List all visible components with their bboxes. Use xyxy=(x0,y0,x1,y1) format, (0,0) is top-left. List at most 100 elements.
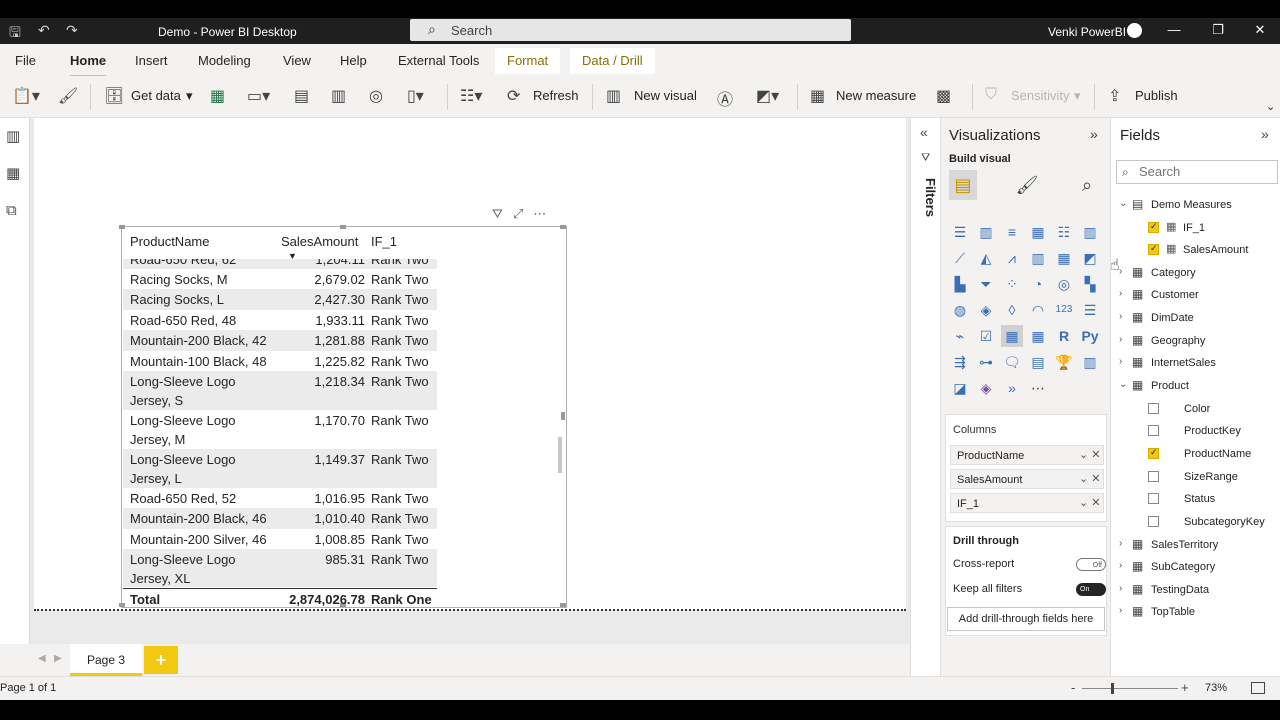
smart-narrative-icon[interactable]: ▤ xyxy=(1027,351,1049,373)
data-hub-icon[interactable]: ▭▾ xyxy=(247,86,270,106)
power-apps-icon[interactable]: ◪ xyxy=(949,377,971,399)
power-automate-icon[interactable]: ◈ xyxy=(975,377,997,399)
save-icon[interactable]: 🖫 xyxy=(9,22,21,46)
chevron-down-icon[interactable]: ⌄ xyxy=(1119,379,1127,390)
clustered-bar-icon[interactable]: ≡ xyxy=(1001,221,1023,243)
resize-handle[interactable] xyxy=(119,225,125,229)
more-visuals-icon[interactable]: ◩▾ xyxy=(756,86,779,106)
field-checkbox[interactable] xyxy=(1148,425,1159,436)
line-chart-icon[interactable]: ⟋ xyxy=(949,247,971,269)
dataset-icon[interactable]: ▤ xyxy=(294,86,309,106)
pill-actions-icon[interactable]: ⌄ ✕ xyxy=(1079,496,1101,509)
zoom-slider-thumb[interactable] xyxy=(1111,683,1114,694)
zoom-slider[interactable] xyxy=(1082,688,1178,689)
chevron-right-icon[interactable]: › xyxy=(1119,356,1122,367)
field-table-internetsales[interactable]: › ▦ InternetSales xyxy=(1111,353,1280,373)
card-icon[interactable]: 123 xyxy=(1053,299,1075,321)
title-search-box[interactable]: ⌕ Search xyxy=(410,19,851,41)
field-table-salesterritory[interactable]: › ▦ SalesTerritory xyxy=(1111,535,1280,555)
chevron-visual-icon[interactable]: » xyxy=(1001,377,1023,399)
key-influencers-icon[interactable]: ⇶ xyxy=(949,351,971,373)
cross-report-toggle[interactable]: Off xyxy=(1076,558,1106,571)
field-table-category[interactable]: › ▦ Category xyxy=(1111,263,1280,283)
expand-filters-icon[interactable]: « xyxy=(920,124,928,140)
paginated-report-icon[interactable]: ▥ xyxy=(1079,351,1101,373)
clustered-column-icon[interactable]: ▦ xyxy=(1027,221,1049,243)
filter-icon[interactable]: ⛛ xyxy=(492,206,503,221)
field-checkbox[interactable] xyxy=(1148,471,1159,482)
add-page-button[interactable]: + xyxy=(144,646,178,674)
zoom-percent[interactable]: 73% xyxy=(1205,682,1227,694)
waterfall-icon[interactable]: ▙ xyxy=(949,273,971,295)
line-column-icon[interactable]: ▥ xyxy=(1027,247,1049,269)
chevron-down-icon[interactable]: ▾ xyxy=(186,88,193,104)
recent-sources-icon[interactable]: ▯▾ xyxy=(407,86,424,106)
stacked-area-icon[interactable]: ⩘ xyxy=(1001,247,1023,269)
resize-handle[interactable] xyxy=(340,225,346,229)
transform-data-icon[interactable]: ☷▾ xyxy=(460,86,482,106)
keep-all-filters-toggle[interactable]: On xyxy=(1076,583,1106,596)
more-visuals-icon[interactable]: ⋯ xyxy=(1027,377,1049,399)
pill-actions-icon[interactable]: ⌄ ✕ xyxy=(1079,448,1101,461)
field-table-toptable[interactable]: › ▦ TopTable xyxy=(1111,602,1280,622)
get-data-icon[interactable]: 🗄 xyxy=(104,86,124,106)
tab-view[interactable]: View xyxy=(283,53,311,68)
undo-icon[interactable]: ↶ xyxy=(38,22,50,39)
field-checkbox[interactable] xyxy=(1148,516,1159,527)
column-pill-if1[interactable]: IF_1 ⌄ ✕ xyxy=(950,493,1104,513)
page-prev-icon[interactable]: ◀ xyxy=(38,653,46,664)
column-pill-productname[interactable]: ProductName ⌄ ✕ xyxy=(950,445,1104,465)
gauge-icon[interactable]: ◠ xyxy=(1027,299,1049,321)
tab-insert[interactable]: Insert xyxy=(135,53,168,68)
column-header-if1[interactable]: IF_1 xyxy=(371,234,397,249)
field-table-demo-measures[interactable]: ⌄ ▤ Demo Measures xyxy=(1111,195,1280,215)
chevron-right-icon[interactable]: › xyxy=(1119,334,1122,345)
fields-search-input[interactable] xyxy=(1139,164,1269,179)
collapse-visualizations-icon[interactable]: » xyxy=(1090,126,1098,142)
paste-icon[interactable]: 📋▾ xyxy=(12,86,40,106)
chevron-right-icon[interactable]: › xyxy=(1119,605,1122,616)
column-pill-salesamount[interactable]: SalesAmount ⌄ ✕ xyxy=(950,469,1104,489)
line-clustered-column-icon[interactable]: ▦ xyxy=(1053,247,1075,269)
funnel-icon[interactable]: ⏷ xyxy=(975,273,997,295)
field-sizerange[interactable]: SizeRange xyxy=(1111,467,1280,487)
ribbon-chart-icon[interactable]: ◩ xyxy=(1079,247,1101,269)
sql-icon[interactable]: ▥ xyxy=(331,86,346,106)
field-if1[interactable]: ▦ IF_1 xyxy=(1111,218,1280,238)
table-scrollbar[interactable] xyxy=(558,437,562,473)
collapse-fields-icon[interactable]: » xyxy=(1261,126,1269,142)
shape-map-icon[interactable]: ◊ xyxy=(1001,299,1023,321)
tab-modeling[interactable]: Modeling xyxy=(198,53,251,68)
field-checkbox[interactable] xyxy=(1148,493,1159,504)
collapse-ribbon-icon[interactable]: ⌄ xyxy=(1266,100,1275,113)
stacked-bar-icon[interactable]: ☰ xyxy=(949,221,971,243)
tab-help[interactable]: Help xyxy=(340,53,367,68)
data-view-icon[interactable]: ▦ xyxy=(6,164,20,182)
refresh-icon[interactable]: ⟳ xyxy=(507,86,520,106)
python-visual-icon[interactable]: Py xyxy=(1079,325,1101,347)
scatter-icon[interactable]: ⁘ xyxy=(1001,273,1023,295)
field-checkbox[interactable] xyxy=(1148,243,1159,255)
field-productname[interactable]: ProductName xyxy=(1111,444,1280,464)
refresh-button[interactable]: Refresh xyxy=(533,88,579,103)
field-checkbox[interactable] xyxy=(1148,221,1159,233)
more-options-icon[interactable]: ⋯ xyxy=(533,206,546,221)
slicer-icon[interactable]: ☑ xyxy=(975,325,997,347)
field-table-subcategory[interactable]: › ▦ SubCategory xyxy=(1111,557,1280,577)
filters-pane-collapsed[interactable]: « ⛛ Filters xyxy=(910,118,940,676)
resize-handle[interactable] xyxy=(560,225,566,229)
field-table-testingdata[interactable]: › ▦ TestingData xyxy=(1111,580,1280,600)
zoom-out-button[interactable]: - xyxy=(1071,680,1075,695)
redo-icon[interactable]: ↷ xyxy=(66,22,78,39)
map-icon[interactable]: ◍ xyxy=(949,299,971,321)
pill-actions-icon[interactable]: ⌄ ✕ xyxy=(1079,472,1101,485)
field-checkbox[interactable] xyxy=(1148,403,1159,414)
r-visual-icon[interactable]: R xyxy=(1053,325,1075,347)
field-table-customer[interactable]: › ▦ Customer xyxy=(1111,285,1280,305)
goals-icon[interactable]: 🏆 xyxy=(1053,351,1075,373)
tab-external-tools[interactable]: External Tools xyxy=(398,53,479,68)
tab-format[interactable]: Format xyxy=(495,48,561,74)
new-measure-button[interactable]: New measure xyxy=(836,88,916,103)
field-checkbox[interactable] xyxy=(1148,447,1159,459)
area-chart-icon[interactable]: ◭ xyxy=(975,247,997,269)
